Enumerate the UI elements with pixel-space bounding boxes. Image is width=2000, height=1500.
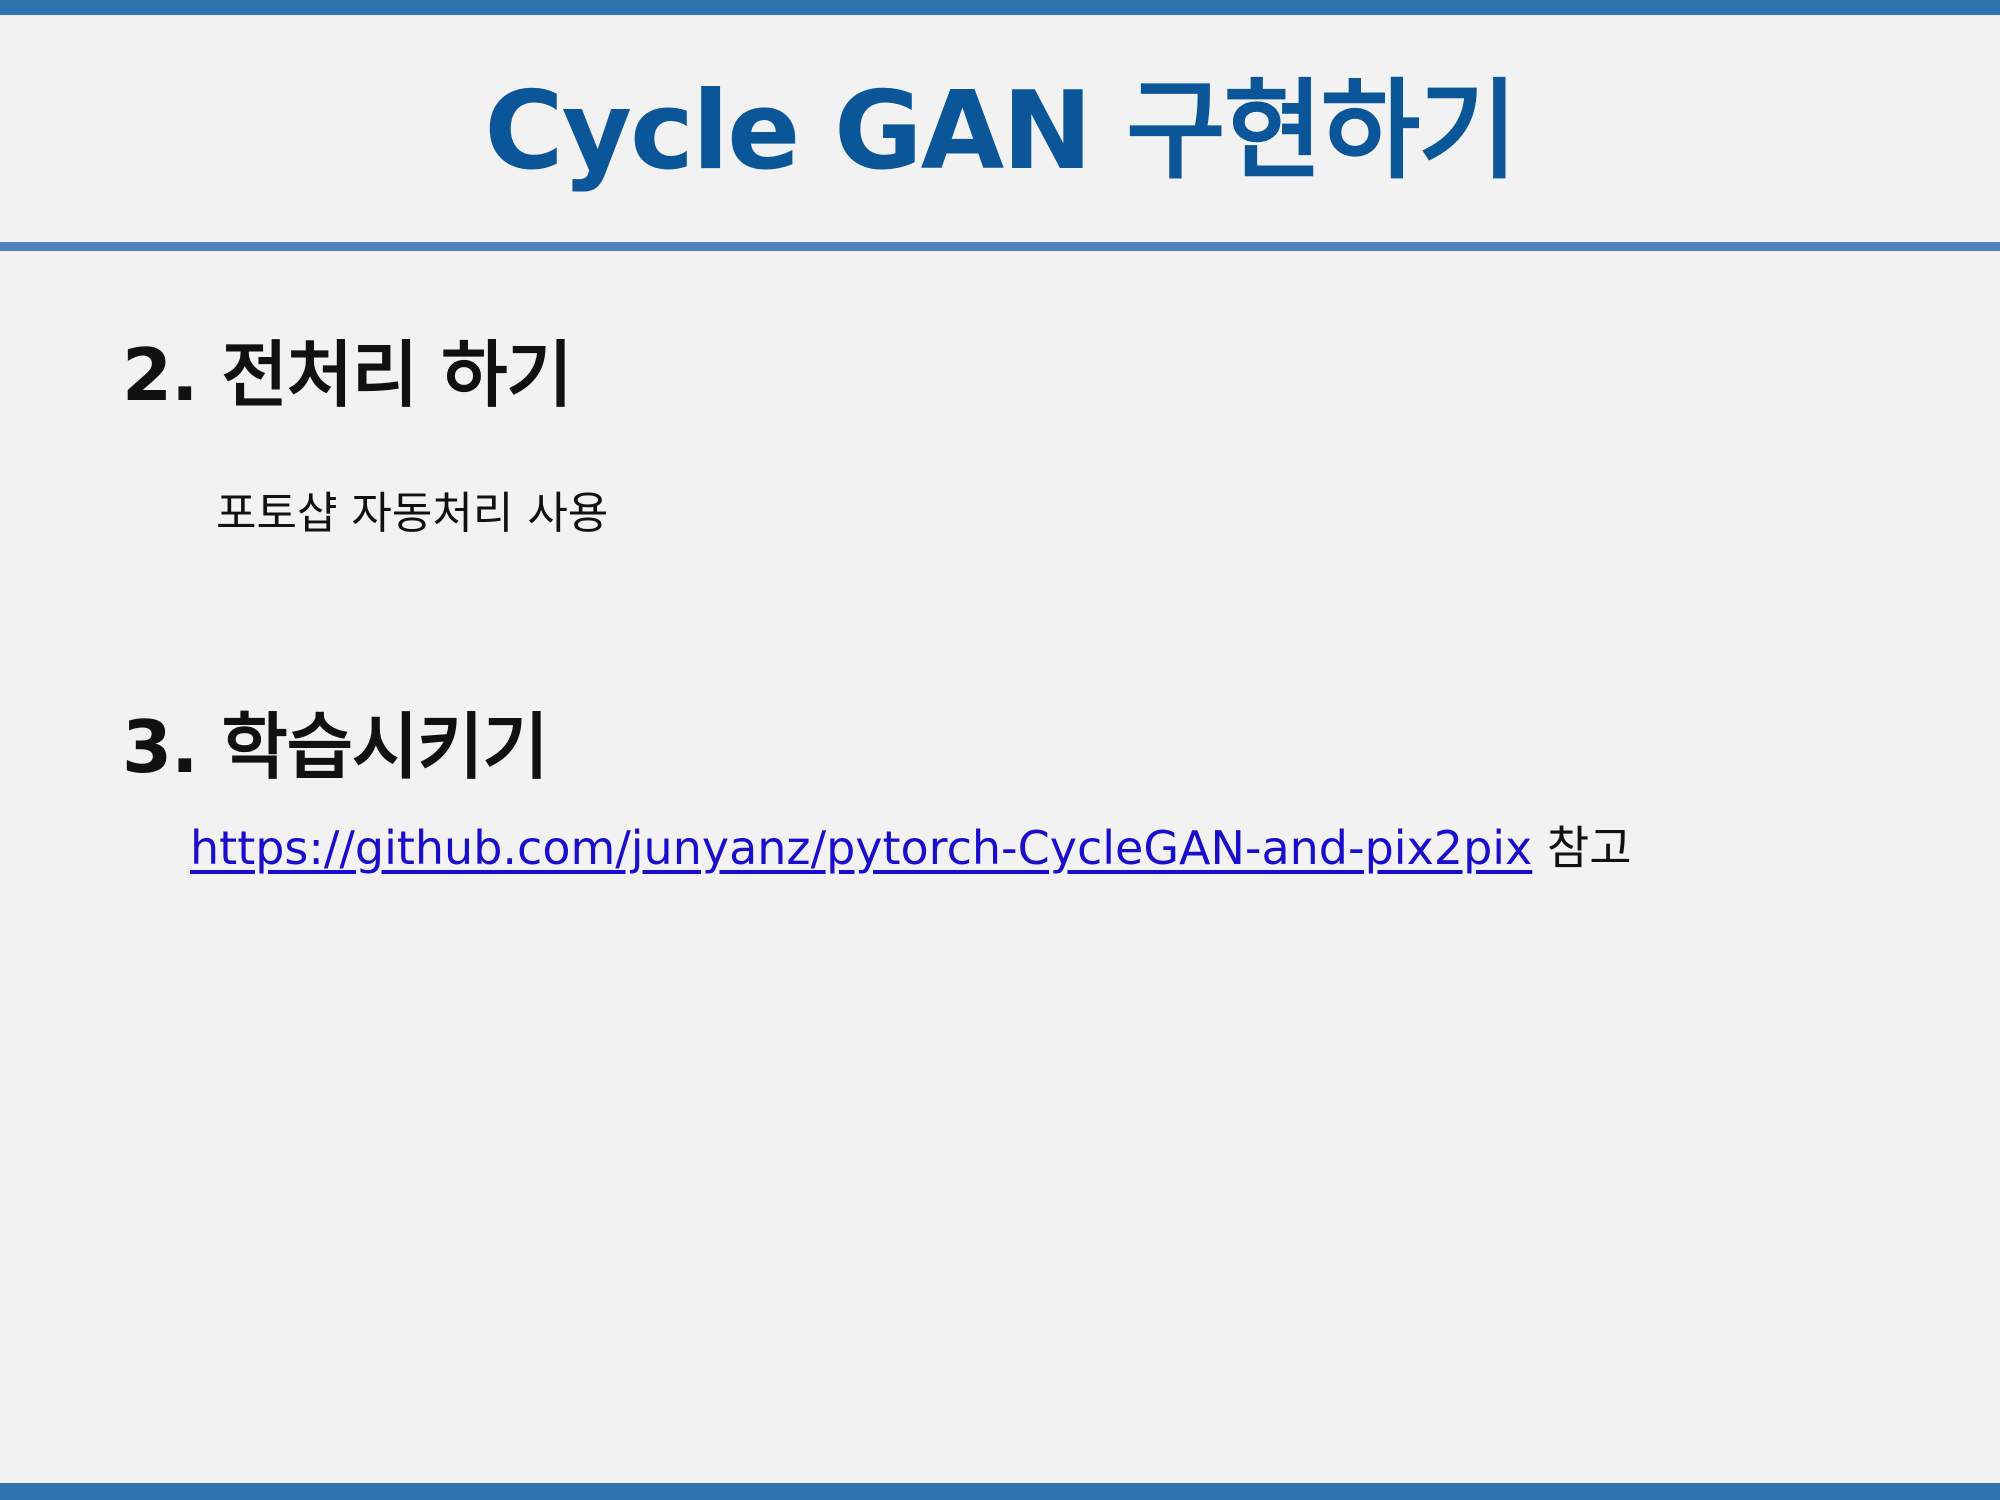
reference-link[interactable]: https://github.com/junyanz/pytorch-Cycle… [190, 821, 1532, 875]
reference-suffix: 참고 [1532, 821, 1632, 875]
bottom-accent-bar [0, 1483, 2000, 1500]
reference-line: https://github.com/junyanz/pytorch-Cycle… [190, 818, 1632, 878]
slide-title: Cycle GAN 구현하기 [484, 69, 1517, 194]
preprocess-description: 포토샵 자동처리 사용 [216, 488, 609, 539]
section-heading-preprocess: 2. 전처리 하기 [122, 333, 573, 417]
top-accent-bar [0, 0, 2000, 15]
section-heading-training: 3. 학습시키기 [122, 705, 549, 789]
title-divider [0, 242, 2000, 251]
